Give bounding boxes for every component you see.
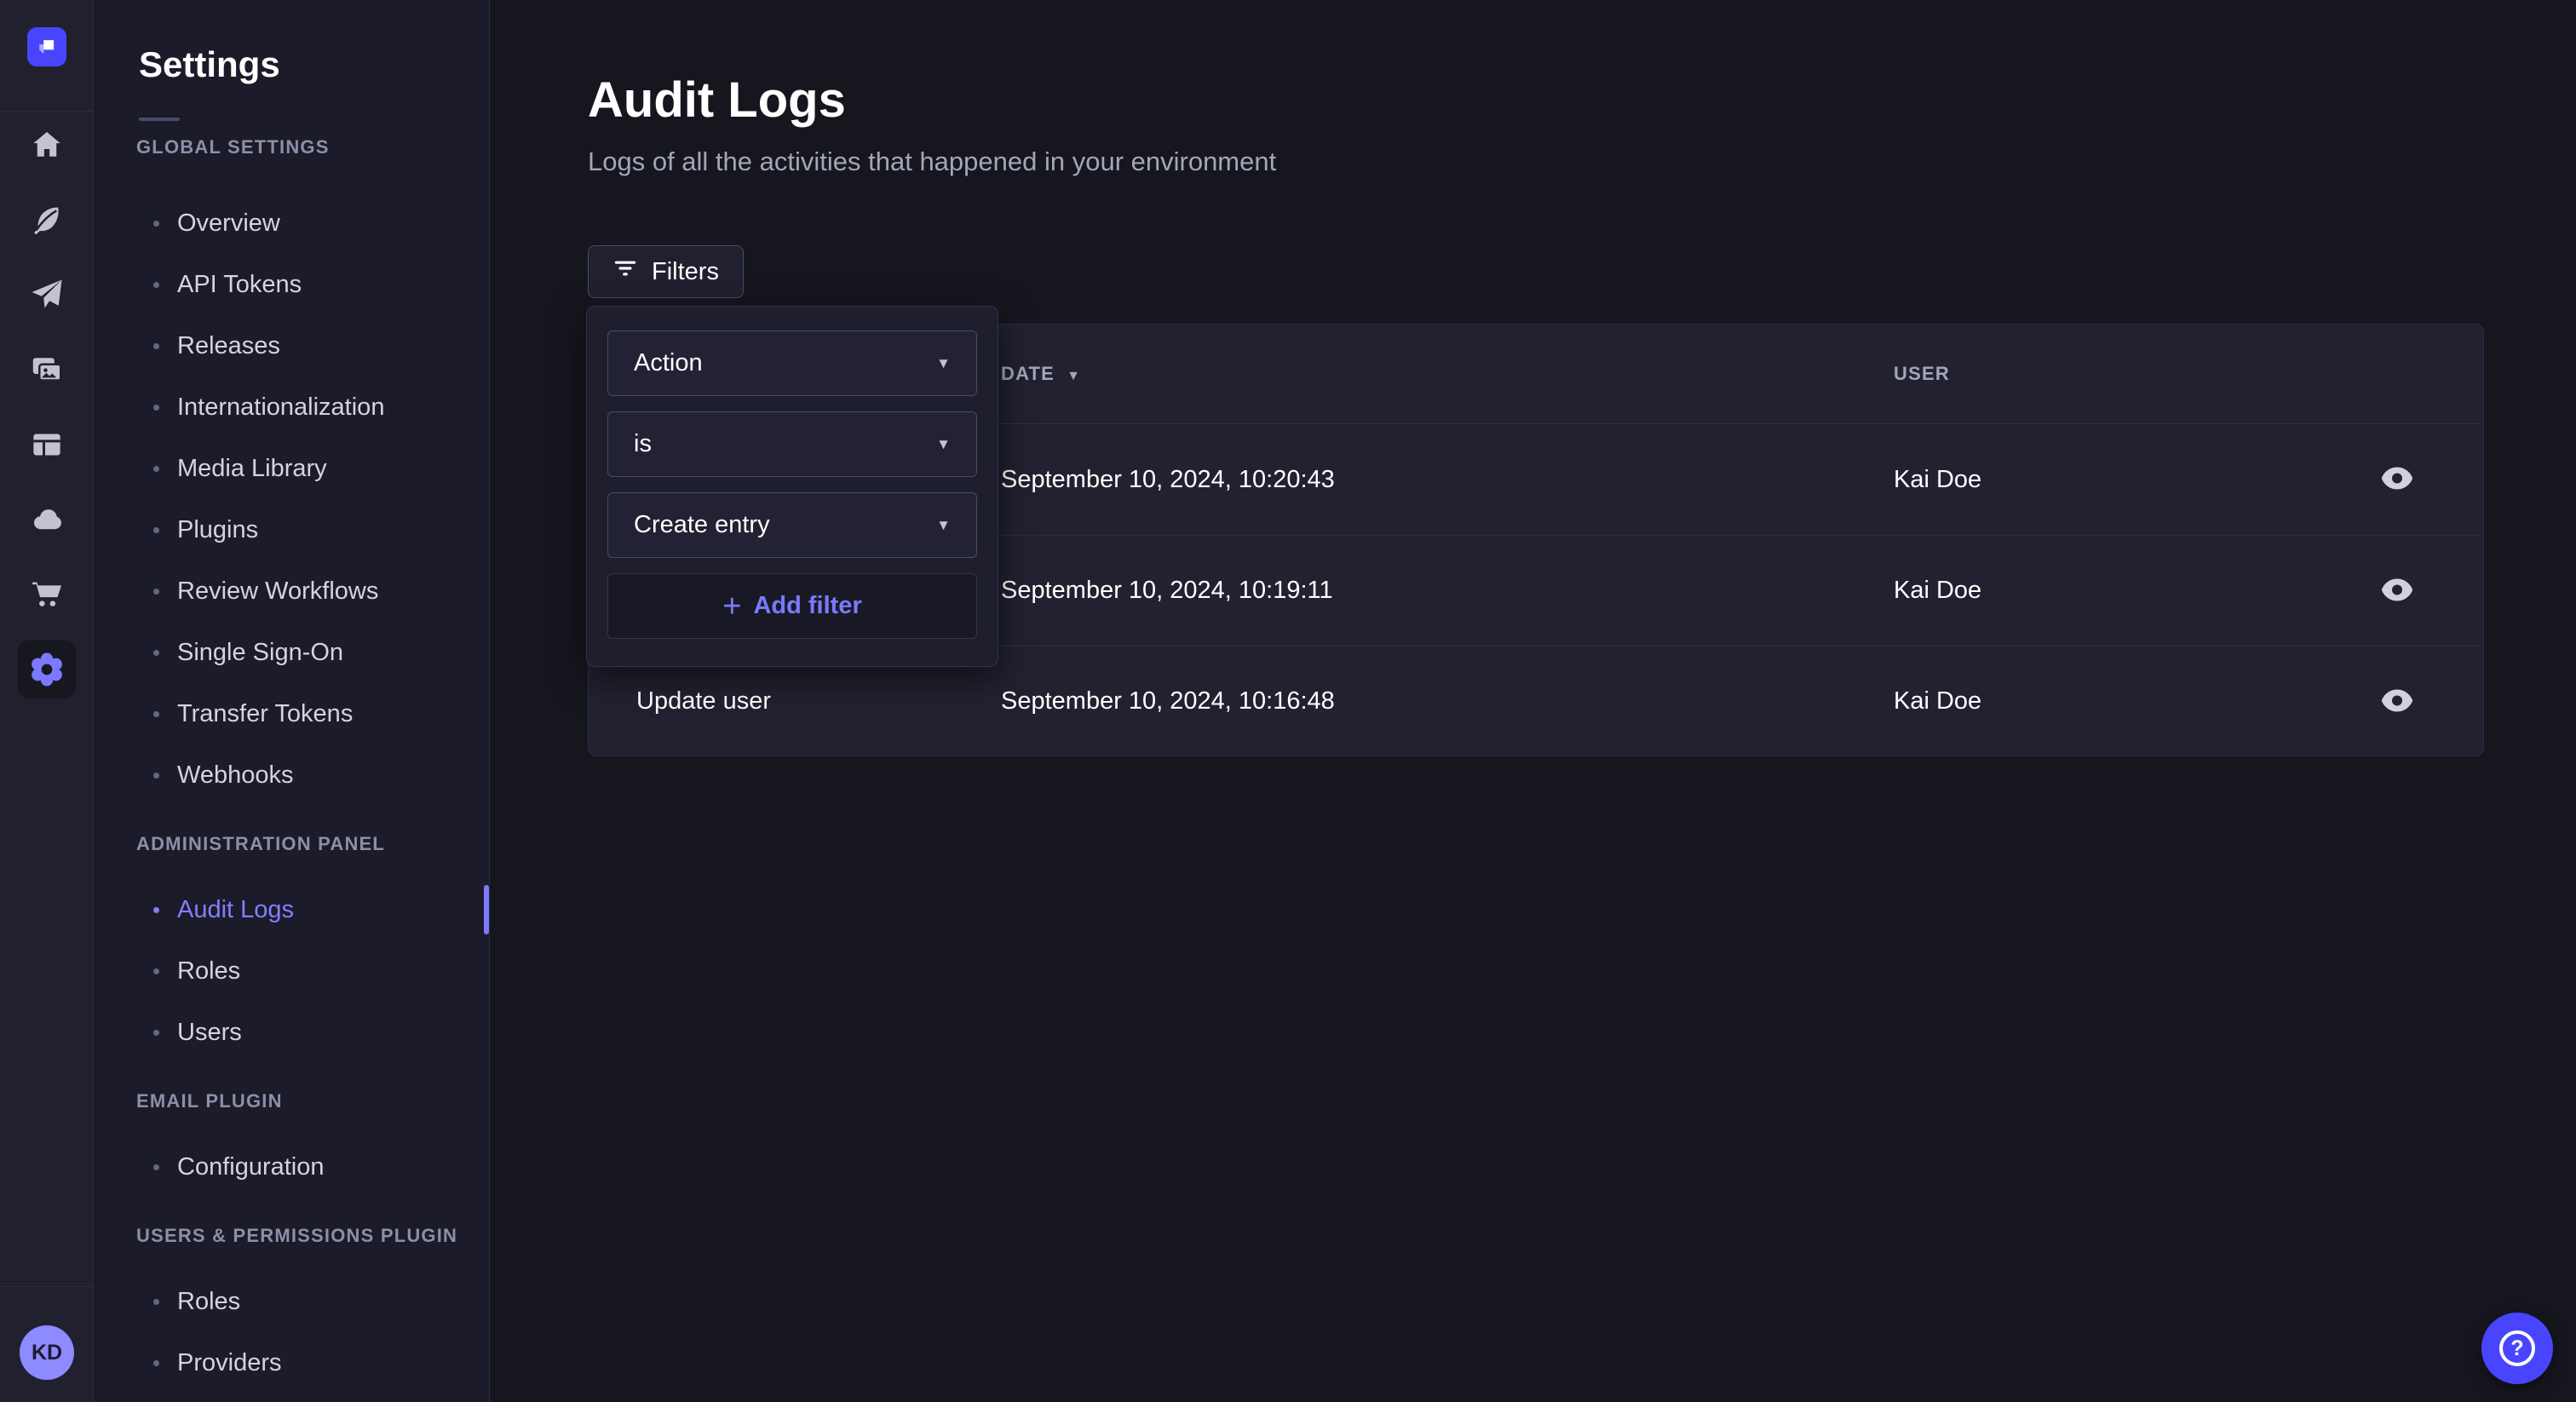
cell-date: September 10, 2024, 10:16:48 (1001, 687, 1894, 715)
bullet-icon (153, 527, 159, 533)
rail-divider-bottom (0, 1286, 94, 1287)
section-header: EMAIL PLUGIN (136, 1090, 489, 1112)
filters-button-label: Filters (652, 258, 719, 286)
filters-button[interactable]: Filters (588, 245, 744, 298)
home-icon[interactable] (28, 126, 66, 164)
filters-popover: Action ▼ is ▼ Create entry ▼ + Add filte… (586, 306, 998, 667)
bullet-icon (153, 282, 159, 288)
main-nav-rail: KD (0, 0, 94, 1402)
sidebar-item-releases[interactable]: Releases (95, 315, 489, 376)
bullet-icon (153, 1299, 159, 1305)
sidebar-item-plugins[interactable]: Plugins (95, 499, 489, 560)
page-title: Audit Logs (588, 72, 846, 129)
strapi-logo[interactable] (27, 27, 66, 66)
chevron-down-icon: ▼ (936, 355, 951, 372)
bullet-icon (153, 650, 159, 656)
paper-plane-icon[interactable] (28, 276, 66, 313)
sort-desc-icon[interactable]: ▼ (1067, 369, 1081, 383)
bullet-icon (153, 1030, 159, 1036)
eye-icon (2381, 689, 2413, 715)
bullet-icon (153, 711, 159, 717)
section-global-settings: GLOBAL SETTINGS Overview API Tokens Rele… (95, 136, 489, 806)
gear-icon[interactable] (28, 651, 66, 688)
rail-icon-nav (0, 126, 94, 688)
sidebar-item-single-sign-on[interactable]: Single Sign-On (95, 622, 489, 683)
add-filter-button[interactable]: + Add filter (607, 573, 977, 639)
question-mark-icon: ? (2499, 1330, 2535, 1366)
bullet-icon (153, 589, 159, 595)
bullet-icon (153, 1164, 159, 1170)
section-header: USERS & PERMISSIONS PLUGIN (136, 1225, 489, 1247)
column-header-user[interactable]: USER (1894, 363, 2359, 385)
cell-date: September 10, 2024, 10:19:11 (1001, 577, 1894, 605)
section-header: ADMINISTRATION PANEL (136, 833, 489, 855)
sidebar-item-media-library[interactable]: Media Library (95, 438, 489, 499)
bullet-icon (153, 968, 159, 974)
sidebar-item-webhooks[interactable]: Webhooks (95, 744, 489, 806)
user-avatar[interactable]: KD (20, 1325, 74, 1380)
bullet-icon (153, 405, 159, 411)
sidebar-item-overview[interactable]: Overview (95, 192, 489, 254)
sidebar-item-transfer-tokens[interactable]: Transfer Tokens (95, 683, 489, 744)
filter-operator-select[interactable]: is ▼ (607, 411, 977, 477)
sidebar-item-users[interactable]: Users (95, 1002, 489, 1063)
sidebar-item-review-workflows[interactable]: Review Workflows (95, 560, 489, 622)
sidebar-item-audit-logs[interactable]: Audit Logs (95, 879, 489, 940)
bullet-icon (153, 343, 159, 349)
strapi-logo-icon (34, 33, 60, 61)
cloud-icon[interactable] (28, 501, 66, 538)
page-subtitle: Logs of all the activities that happened… (588, 147, 1276, 177)
bullet-icon (153, 907, 159, 913)
view-details-button[interactable] (2381, 467, 2413, 492)
section-users-permissions-plugin: USERS & PERMISSIONS PLUGIN Roles Provide… (95, 1225, 489, 1393)
view-details-button[interactable] (2381, 578, 2413, 604)
filter-field-select[interactable]: Action ▼ (607, 330, 977, 396)
main-content: Audit Logs Logs of all the activities th… (491, 0, 2576, 1402)
bullet-icon (153, 466, 159, 472)
section-header: GLOBAL SETTINGS (136, 136, 489, 158)
cell-user: Kai Doe (1894, 577, 2359, 605)
filter-icon (612, 256, 638, 288)
section-administration-panel: ADMINISTRATION PANEL Audit Logs Roles Us… (95, 833, 489, 1063)
cell-action: Update user (636, 687, 1001, 715)
sidebar-item-roles-up[interactable]: Roles (95, 1271, 489, 1332)
sidebar-item-internationalization[interactable]: Internationalization (95, 376, 489, 438)
cell-user: Kai Doe (1894, 687, 2359, 715)
cart-icon[interactable] (28, 576, 66, 613)
bullet-icon (153, 1360, 159, 1366)
bullet-icon (153, 221, 159, 227)
chevron-down-icon: ▼ (936, 517, 951, 534)
layout-icon[interactable] (28, 426, 66, 463)
help-button[interactable]: ? (2481, 1313, 2553, 1384)
sidebar-title-underline (139, 118, 180, 121)
eye-icon (2381, 467, 2413, 492)
sidebar-item-roles-admin[interactable]: Roles (95, 940, 489, 1002)
view-details-button[interactable] (2381, 689, 2413, 715)
sidebar-item-api-tokens[interactable]: API Tokens (95, 254, 489, 315)
column-header-date[interactable]: DATE▼ (1001, 363, 1894, 385)
rail-divider-top (0, 111, 94, 112)
cell-user: Kai Doe (1894, 466, 2359, 494)
bullet-icon (153, 773, 159, 779)
filter-value-select[interactable]: Create entry ▼ (607, 492, 977, 558)
feather-icon[interactable] (28, 201, 66, 238)
sidebar-item-configuration[interactable]: Configuration (95, 1136, 489, 1198)
sidebar-title: Settings (139, 44, 280, 85)
images-icon[interactable] (28, 351, 66, 388)
cell-date: September 10, 2024, 10:20:43 (1001, 466, 1894, 494)
chevron-down-icon: ▼ (936, 436, 951, 453)
section-email-plugin: EMAIL PLUGIN Configuration (95, 1090, 489, 1198)
settings-sidebar: Settings GLOBAL SETTINGS Overview API To… (95, 0, 490, 1402)
eye-icon (2381, 578, 2413, 604)
sidebar-item-providers[interactable]: Providers (95, 1332, 489, 1393)
